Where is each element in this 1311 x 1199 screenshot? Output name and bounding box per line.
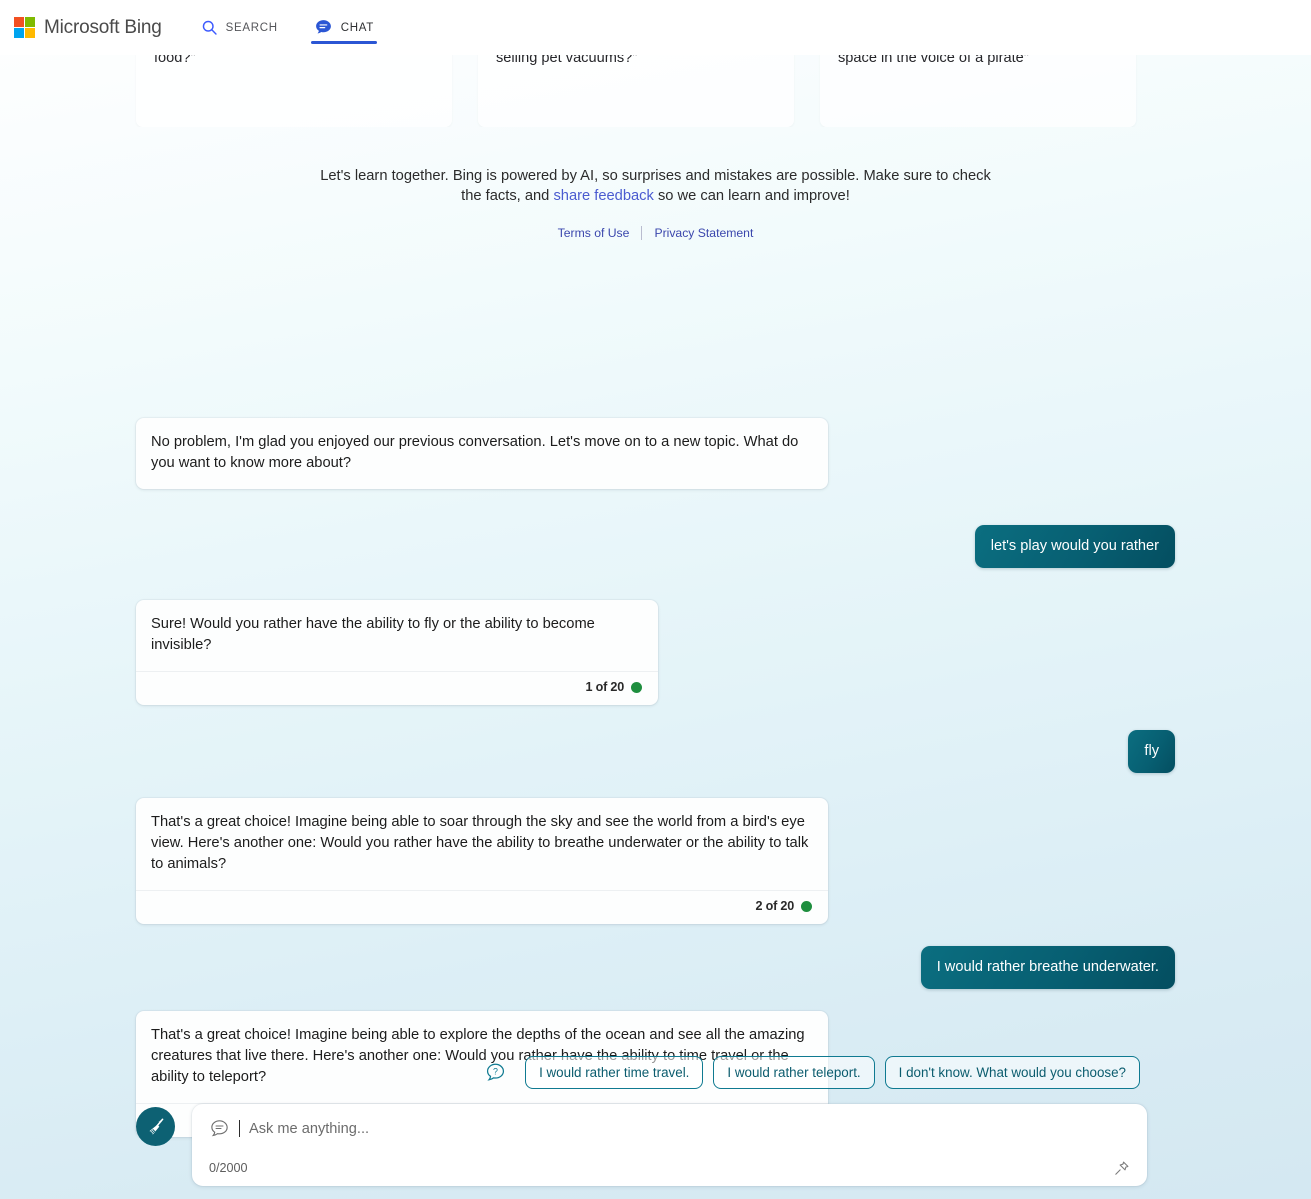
turn-counter: 1 of 20	[585, 680, 625, 694]
message-row-bot: Sure! Would you rather have the ability …	[0, 600, 1311, 705]
user-message-bubble: I would rather breathe underwater.	[920, 946, 1175, 989]
character-counter: 0/2000	[209, 1161, 248, 1175]
tab-search-label: SEARCH	[225, 21, 278, 34]
terms-of-use-link[interactable]: Terms of Use	[558, 226, 630, 240]
ai-disclaimer: Let's learn together. Bing is powered by…	[0, 166, 1311, 240]
bot-message-card: Sure! Would you rather have the ability …	[136, 600, 658, 705]
bot-message-text: No problem, I'm glad you enjoyed our pre…	[151, 434, 799, 471]
broom-icon	[145, 1116, 167, 1138]
turn-status-dot	[631, 681, 642, 693]
message-row-user: I would rather breathe underwater.	[0, 946, 1311, 989]
message-input-placeholder: Ask me anything...	[249, 1120, 370, 1137]
message-row-bot: That's a great choice! Imagine being abl…	[0, 798, 1311, 924]
text-caret	[239, 1120, 240, 1137]
suggestion-chips-row: ? I would rather time travel. I would ra…	[0, 1056, 1311, 1090]
bot-message-card: No problem, I'm glad you enjoyed our pre…	[136, 418, 828, 489]
turn-counter: 2 of 20	[755, 899, 795, 913]
legal-separator	[641, 226, 643, 240]
bot-message-text: That's a great choice! Imagine being abl…	[151, 814, 809, 872]
message-row-user: let's play would you rather	[0, 525, 1311, 568]
privacy-statement-link[interactable]: Privacy Statement	[654, 226, 753, 240]
share-feedback-link[interactable]: share feedback	[553, 188, 653, 204]
tab-chat-label: CHAT	[340, 21, 374, 34]
nav-tabs: SEARCH CHAT	[198, 0, 378, 55]
brand-label: Microsoft Bing	[44, 16, 162, 38]
suggestion-card-line3: food?"	[154, 55, 196, 67]
legal-links: Terms of Use Privacy Statement	[0, 226, 1311, 240]
user-message-bubble: let's play would you rather	[974, 525, 1175, 568]
message-input-shell[interactable]: Ask me anything... 0/2000	[192, 1104, 1147, 1186]
suggestion-chip[interactable]: I would rather time travel.	[525, 1056, 704, 1090]
clear-conversation-button[interactable]	[136, 1107, 175, 1146]
tab-chat[interactable]: CHAT	[310, 0, 378, 55]
disclaimer-text: Let's learn together. Bing is powered by…	[311, 166, 1001, 206]
bot-message-footer: 2 of 20	[136, 890, 828, 924]
suggestion-card[interactable]: picky toddler who only eats orange-color…	[136, 55, 452, 127]
disclaimer-part2: so we can learn and improve!	[653, 188, 850, 204]
message-row-bot: No problem, I'm glad you enjoyed our pre…	[0, 418, 1311, 489]
suggestion-chip[interactable]: I would rather teleport.	[713, 1056, 875, 1090]
suggestion-cards-strip: picky toddler who only eats orange-color…	[0, 55, 1311, 127]
chat-bubble-icon	[314, 18, 333, 37]
suggestion-chip[interactable]: I don't know. What would you choose?	[884, 1056, 1140, 1090]
chat-bubble-outline-icon	[209, 1118, 230, 1139]
svg-text:?: ?	[493, 1067, 498, 1077]
input-top-row: Ask me anything...	[209, 1118, 1130, 1139]
bot-message-text: Sure! Would you rather have the ability …	[151, 616, 595, 653]
composer: Ask me anything... 0/2000	[136, 1104, 1147, 1186]
tab-search[interactable]: SEARCH	[198, 0, 281, 55]
user-message-bubble: fly	[1128, 730, 1175, 773]
suggestion-card-line2: space in the voice of a pirate"	[838, 55, 1029, 67]
top-header: Microsoft Bing SEARCH CHAT	[0, 0, 1311, 55]
turn-status-dot	[801, 900, 812, 912]
microsoft-logo-icon	[14, 17, 35, 38]
question-bubble-icon: ?	[485, 1062, 506, 1083]
bing-brand[interactable]: Microsoft Bing	[14, 17, 162, 39]
bot-message-footer: 1 of 20	[136, 671, 658, 705]
suggestion-card[interactable]: "What are the pros and cons of the top 3…	[478, 55, 794, 127]
message-row-user: fly	[0, 730, 1311, 773]
conversation-thread: No problem, I'm glad you enjoyed our pre…	[0, 418, 1311, 1137]
pin-icon[interactable]	[1112, 1159, 1131, 1178]
search-icon	[201, 19, 218, 36]
suggestion-card-line2: selling pet vacuums?"	[496, 55, 638, 67]
suggestion-card[interactable]: "Write a haiku about crocodiles in outer…	[820, 55, 1136, 127]
bot-message-card: That's a great choice! Imagine being abl…	[136, 798, 828, 924]
